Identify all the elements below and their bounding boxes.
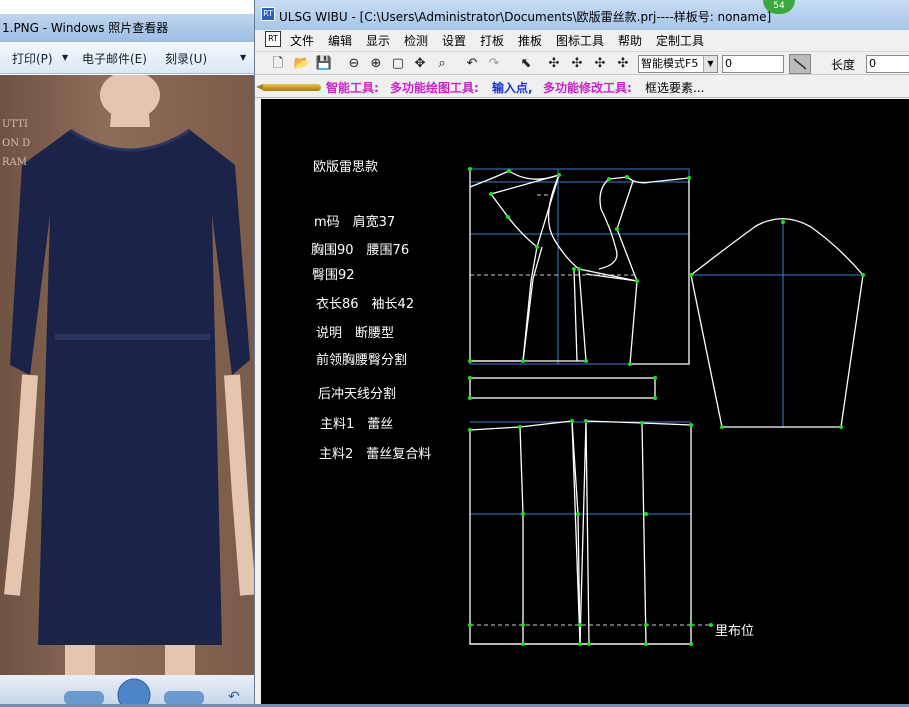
pattern-fabric-1: 主料1 蕾丝 — [320, 417, 394, 432]
menu-help[interactable]: 帮助 — [618, 32, 642, 49]
pattern-lengths: 衣长86 袖长42 — [316, 297, 415, 312]
previous-button[interactable] — [64, 691, 104, 705]
toolbar: 🗋 📂 💾 ⊖ ⊕ ▢ ✥ ⌕ ↶ ↷ ⬉ ✣ ✣ ✣ ✣ 智能模式F5 ▼ 0… — [255, 51, 909, 75]
chevron-down-icon[interactable]: ▼ — [703, 56, 717, 72]
lining-position-label: 里布位 — [715, 624, 755, 639]
dress-photo: UTTI ON D RAM — [0, 75, 256, 675]
point-add-icon[interactable]: ✣ — [591, 55, 609, 73]
undo-icon[interactable]: ↶ — [463, 55, 481, 73]
point-right-icon[interactable]: ✣ — [568, 55, 586, 73]
menu-pattern[interactable]: 打板 — [480, 32, 504, 49]
menu-icon-tools[interactable]: 图标工具 — [556, 32, 604, 49]
menu-edit[interactable]: 编辑 — [328, 32, 352, 49]
value-input[interactable]: 0 — [722, 55, 784, 73]
photo-viewer-window: 1.PNG - Windows 照片查看器 打印(P) ▼ 电子邮件(E) 刻录… — [0, 0, 256, 707]
menu-grading[interactable]: 推板 — [518, 32, 542, 49]
cad-app-window: RT ULSG WIBU - [C:\Users\Administrator\D… — [254, 0, 909, 704]
menu-check[interactable]: 检测 — [404, 32, 428, 49]
pencil-icon — [256, 84, 321, 91]
mode-select[interactable]: 智能模式F5 ▼ — [638, 55, 718, 73]
photo-text-line: RAM — [2, 157, 27, 168]
new-file-icon[interactable]: 🗋 — [269, 55, 287, 73]
pattern-hip: 臀围92 — [312, 268, 355, 283]
point-tool-icon[interactable]: ✣ — [545, 55, 563, 73]
tool-status-bar: 智能工具: 多功能绘图工具: 输入点, 多功能修改工具: 框选要素... — [255, 76, 909, 98]
slideshow-button[interactable] — [117, 678, 151, 707]
pattern-style-name: 欧版雷思款 — [313, 160, 379, 175]
pattern-bust-waist: 胸围90 腰围76 — [311, 243, 410, 258]
status-input-point: 输入点, — [492, 81, 533, 95]
viewer-controls: ↶ — [0, 675, 256, 707]
app-title: ULSG WIBU - [C:\Users\Administrator\Docu… — [279, 10, 772, 24]
length-input[interactable]: 0 — [866, 55, 909, 73]
line-tool-icon[interactable] — [789, 54, 811, 74]
app-titlebar: RT ULSG WIBU - [C:\Users\Administrator\D… — [255, 0, 909, 30]
zoom-fit-icon[interactable]: ⌕ — [433, 55, 451, 73]
zoom-window-icon[interactable]: ▢ — [389, 55, 407, 73]
menu-burn[interactable]: 刻录(U) — [165, 50, 207, 67]
mode-select-value: 智能模式F5 — [641, 57, 699, 70]
app-menubar: RT 文件 编辑 显示 检测 设置 打板 推板 图标工具 帮助 定制工具 — [255, 30, 909, 50]
status-select: 框选要素... — [645, 81, 705, 95]
pattern-canvas[interactable]: 欧版雷思款 m码 肩宽37 胸围90 腰围76 臀围92 衣长86 袖长42 说… — [261, 99, 909, 704]
chevron-down-icon[interactable]: ▼ — [240, 53, 246, 62]
length-label: 长度 — [831, 58, 856, 72]
app-icon: RT — [261, 7, 275, 21]
status-draw-tool: 多功能绘图工具: — [390, 81, 479, 95]
status-modify-tool: 多功能修改工具: — [543, 81, 632, 95]
rotate-icon[interactable]: ↶ — [228, 689, 240, 705]
photo-text-line: ON D — [2, 138, 31, 149]
point-remove-icon[interactable]: ✣ — [614, 55, 632, 73]
pattern-split-front: 前领胸腰臀分割 — [316, 353, 408, 368]
menu-custom-tools[interactable]: 定制工具 — [656, 32, 704, 49]
dress-illustration — [4, 75, 256, 675]
zoom-in-icon[interactable]: ⊕ — [367, 55, 385, 73]
pattern-split-back: 后冲天线分割 — [318, 387, 397, 402]
open-folder-icon[interactable]: 📂 — [293, 55, 311, 73]
status-smart-tool: 智能工具: — [326, 81, 379, 95]
pattern-fabric-2: 主料2 蕾丝复合料 — [319, 447, 432, 462]
save-icon[interactable]: 💾 — [315, 55, 333, 73]
pan-icon[interactable]: ✥ — [411, 55, 429, 73]
select-delete-icon[interactable]: ⬉ — [517, 55, 535, 73]
menu-email[interactable]: 电子邮件(E) — [82, 50, 147, 67]
redo-icon[interactable]: ↷ — [485, 55, 503, 73]
menu-print[interactable]: 打印(P) — [12, 50, 53, 67]
pattern-size: m码 肩宽37 — [314, 215, 396, 230]
zoom-out-icon[interactable]: ⊖ — [345, 55, 363, 73]
chevron-down-icon[interactable]: ▼ — [62, 53, 68, 62]
menu-view[interactable]: 显示 — [366, 32, 390, 49]
next-button[interactable] — [164, 691, 204, 705]
viewer-menubar: 打印(P) ▼ 电子邮件(E) 刻录(U) ▼ — [0, 42, 256, 74]
photo-text-line: UTTI — [2, 119, 28, 130]
menu-file[interactable]: 文件 — [290, 32, 314, 49]
menu-settings[interactable]: 设置 — [442, 32, 466, 49]
pattern-note: 说明 断腰型 — [316, 326, 395, 341]
document-icon[interactable]: RT — [265, 31, 281, 47]
viewer-title: 1.PNG - Windows 照片查看器 — [0, 14, 256, 42]
